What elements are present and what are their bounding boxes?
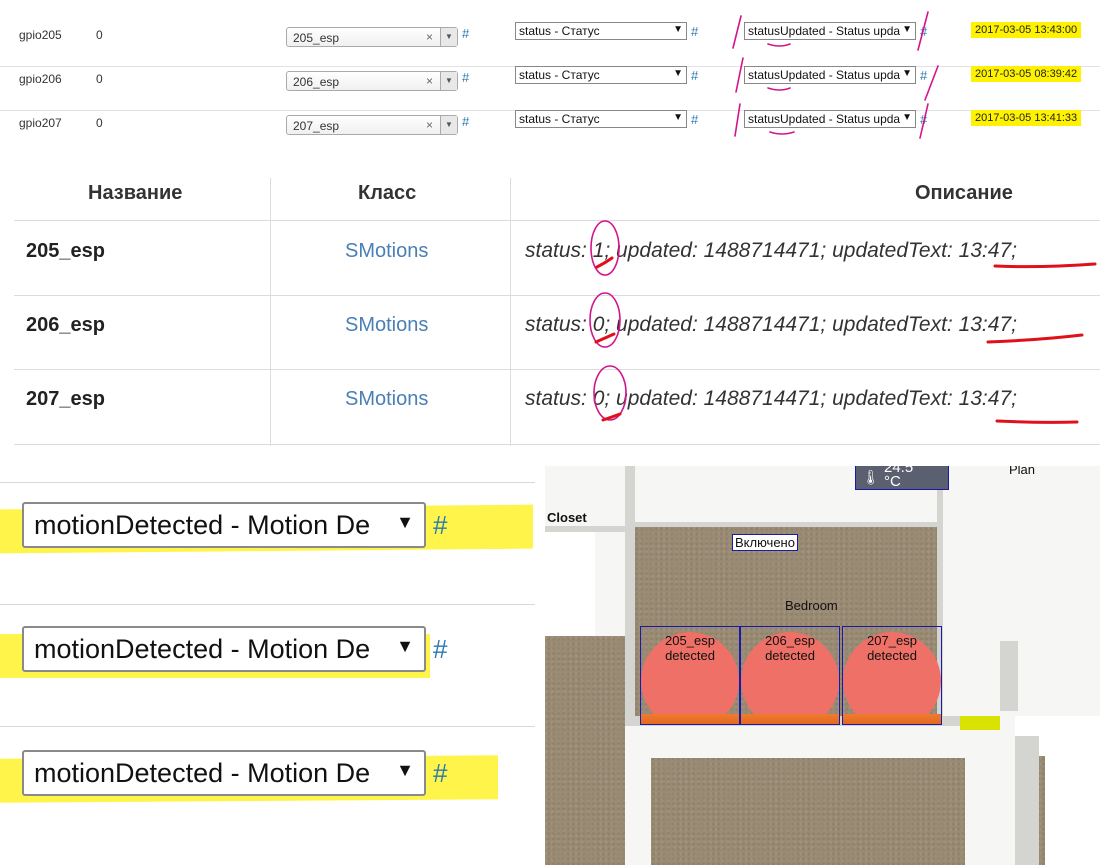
sensor-state: detected xyxy=(665,648,715,663)
annotation-underline xyxy=(995,419,1079,424)
sensor-name: 206_esp xyxy=(765,633,815,648)
method-select-large[interactable]: motionDetected - Motion De ▼ xyxy=(22,626,426,672)
dropdown-arrow-icon: ▼ xyxy=(396,760,414,780)
annotation-stroke xyxy=(924,65,939,101)
annotation-stroke xyxy=(732,15,742,49)
annotation-circle xyxy=(590,220,620,276)
motion-sensor-207[interactable]: 207_esp detected xyxy=(842,626,942,725)
annotation-underline xyxy=(595,256,614,269)
divider xyxy=(0,726,535,727)
annotation-circle xyxy=(593,365,627,421)
plan-caption: Plan xyxy=(1009,466,1036,477)
method-link[interactable]: # xyxy=(433,758,447,789)
sensor-base xyxy=(641,714,739,724)
method-value: motionDetected - Motion De xyxy=(34,510,371,540)
handwritten-annotations xyxy=(589,220,1097,424)
window-frame xyxy=(1000,641,1018,711)
divider xyxy=(0,604,535,605)
method-value: motionDetected - Motion De xyxy=(34,758,371,788)
method-value: motionDetected - Motion De xyxy=(34,634,371,664)
pink-annotation-strokes xyxy=(732,11,939,139)
annotation-stroke xyxy=(734,103,741,137)
dropdown-arrow-icon: ▼ xyxy=(396,512,414,532)
wall xyxy=(980,466,1100,716)
sensor-state: detected xyxy=(867,648,917,663)
sensor-label: 205_esp detected xyxy=(641,633,739,663)
method-select-large[interactable]: motionDetected - Motion De ▼ xyxy=(22,750,426,796)
temperature-unit: °C xyxy=(884,473,901,490)
annotation-underline xyxy=(986,333,1084,344)
annotation-stroke xyxy=(735,57,744,93)
annotation-underline xyxy=(993,262,1097,269)
annotation-stroke xyxy=(919,103,929,139)
annotation-stroke xyxy=(917,11,929,51)
wall xyxy=(635,522,940,527)
sensor-base xyxy=(843,714,941,724)
wall xyxy=(625,726,1005,758)
method-select-large[interactable]: motionDetected - Motion De ▼ xyxy=(22,502,426,548)
room-label-bedroom: Bedroom xyxy=(785,598,838,613)
sensor-name: 207_esp xyxy=(867,633,917,648)
room-label-closet: Closet xyxy=(547,510,587,525)
annotation-underline xyxy=(594,332,616,344)
annotation-underline xyxy=(767,43,791,47)
method-link[interactable]: # xyxy=(433,634,447,665)
thermometer-icon: 🌡 xyxy=(862,469,880,485)
dropdown-arrow-icon: ▼ xyxy=(396,636,414,656)
motion-sensor-206[interactable]: 206_esp detected xyxy=(740,626,840,725)
annotation-underline xyxy=(767,87,791,91)
floor-area-left xyxy=(545,636,625,865)
motion-sensor-205[interactable]: 205_esp detected xyxy=(640,626,740,725)
wall xyxy=(940,466,980,716)
wall xyxy=(1015,736,1039,865)
status-badge[interactable]: Включено xyxy=(732,534,798,551)
wall xyxy=(965,716,1015,865)
divider xyxy=(0,482,535,483)
method-link[interactable]: # xyxy=(433,510,447,541)
sensor-name: 205_esp xyxy=(665,633,715,648)
sensor-label: 206_esp detected xyxy=(741,633,839,663)
sensor-state: detected xyxy=(765,648,815,663)
sensor-label: 207_esp detected xyxy=(843,633,941,663)
floor-plan-view: 🌡 24.5 °C Plan Closet Включено Bedroom 2… xyxy=(545,466,1100,865)
wall xyxy=(625,756,651,865)
wall xyxy=(625,466,635,716)
sensor-base xyxy=(741,714,839,724)
temperature-widget[interactable]: 🌡 24.5 °C xyxy=(855,466,949,490)
annotation-underline xyxy=(769,131,795,135)
highlighter-mark xyxy=(960,716,1000,730)
